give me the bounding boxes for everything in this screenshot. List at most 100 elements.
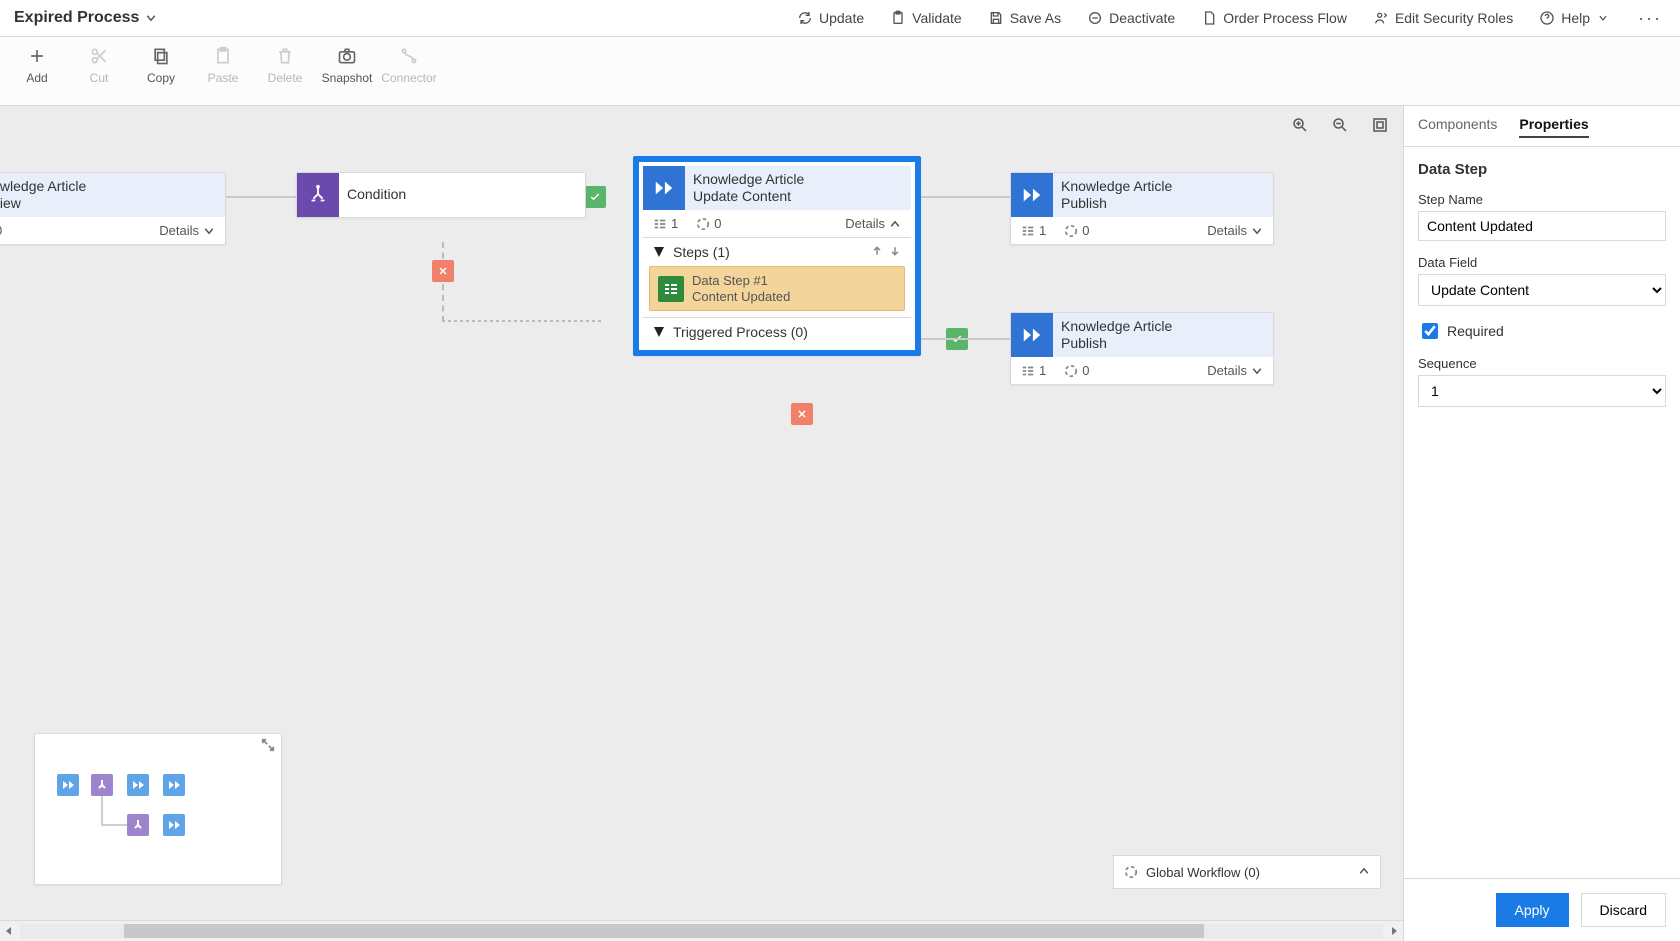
count: 0 [0,223,2,238]
input-step-name[interactable] [1418,211,1666,241]
minimap-node [163,774,185,796]
steps-icon [1021,364,1035,378]
count: 0 [1082,223,1089,238]
minimap-expand-button[interactable] [261,738,275,757]
branch-icon [96,779,108,791]
fit-button[interactable] [1369,114,1391,136]
stage-title: Knowledge Article [1061,178,1265,196]
saveas-button[interactable]: Save As [988,10,1061,26]
section-triggered[interactable]: Triggered Process (0) [643,317,911,346]
field-data-field: Data Field Update Content [1418,255,1666,306]
tab-components[interactable]: Components [1418,116,1497,138]
plus-icon [27,46,47,66]
scroll-right-button[interactable] [1385,922,1403,940]
minimap-node [127,774,149,796]
stage-condition[interactable]: Condition [296,172,586,218]
details-label: Details [1207,363,1247,378]
count: 1 [1039,223,1046,238]
arrow-up-icon[interactable] [871,245,883,257]
triangle-collapse-icon [653,326,665,338]
stage-publish-2[interactable]: Knowledge Article Publish 1 0 Details [1010,312,1274,385]
copy-icon [151,46,171,66]
scroll-thumb[interactable] [124,924,1204,938]
deactivate-button[interactable]: Deactivate [1087,10,1175,26]
cut-button[interactable]: Cut [68,43,130,85]
ribbon-label: Cut [68,71,130,85]
order-flow-button[interactable]: Order Process Flow [1201,10,1347,26]
branch-icon [132,819,144,831]
deactivate-icon [1087,10,1103,26]
x-icon [796,408,808,420]
stage-publish-1[interactable]: Knowledge Article Publish 1 0 Details [1010,172,1274,245]
paste-button[interactable]: Paste [192,43,254,85]
select-data-field[interactable]: Update Content [1418,274,1666,306]
save-icon [988,10,1004,26]
scroll-left-button[interactable] [0,922,18,940]
process-title[interactable]: Expired Process [14,9,157,27]
label-data-field: Data Field [1418,255,1666,270]
minimap-node [91,774,113,796]
details-button[interactable]: Details [1207,363,1263,378]
ribbon-label: Copy [130,71,192,85]
tab-properties[interactable]: Properties [1519,116,1588,138]
copy-button[interactable]: Copy [130,43,192,85]
details-label: Details [159,223,199,238]
minimap-node [57,774,79,796]
stage-update-content[interactable]: Knowledge Article Update Content 1 0 Det… [633,156,921,356]
arrow-down-icon[interactable] [889,245,901,257]
connector-button[interactable]: Connector [378,43,440,85]
zoom-controls [1289,114,1391,136]
scroll-track[interactable] [20,924,1383,938]
toolbar-label: Order Process Flow [1223,10,1347,26]
discard-button[interactable]: Discard [1581,893,1666,927]
branch-icon [307,184,329,206]
help-icon [1539,10,1555,26]
help-button[interactable]: Help [1539,10,1608,26]
zoom-in-button[interactable] [1289,114,1311,136]
section-steps[interactable]: Steps (1) [643,237,911,266]
main: Knowledge Article Review 0 Details [0,106,1680,941]
delete-button[interactable]: Delete [254,43,316,85]
count: 1 [671,216,678,231]
stage-title: Knowledge Article [0,178,217,196]
count: 0 [714,216,721,231]
canvas[interactable]: Knowledge Article Review 0 Details [0,106,1404,941]
minimap-line [101,824,127,826]
zoom-out-button[interactable] [1329,114,1351,136]
validate-button[interactable]: Validate [890,10,962,26]
stage-title: Knowledge Article [1061,318,1265,336]
details-button[interactable]: Details [1207,223,1263,238]
edit-roles-button[interactable]: Edit Security Roles [1373,10,1513,26]
label-sequence: Sequence [1418,356,1666,371]
branch-yes-badge [584,186,606,208]
global-workflow-toggle[interactable]: Global Workflow (0) [1113,855,1381,889]
stage-review[interactable]: Knowledge Article Review 0 Details [0,172,226,245]
count: 1 [1039,363,1046,378]
details-button[interactable]: Details [159,223,215,238]
add-button[interactable]: Add [6,43,68,85]
minimap[interactable] [34,733,282,885]
checkbox-required[interactable] [1422,323,1438,339]
more-button[interactable]: ··· [1634,8,1666,29]
ribbon-label: Add [6,71,68,85]
horizontal-scrollbar[interactable] [0,920,1403,941]
stage-icon [132,779,144,791]
data-step-row[interactable]: Data Step #1 Content Updated [649,266,905,311]
details-button[interactable]: Details [845,216,901,231]
step-value: Content Updated [692,289,790,305]
chevron-down-icon [1598,13,1608,23]
section-label: Steps (1) [673,244,730,260]
minimap-line [101,796,103,824]
branch-no-badge [791,403,813,425]
clipboard-icon [890,10,906,26]
snapshot-button[interactable]: Snapshot [316,43,378,85]
required-checkbox-row: Required [1418,320,1666,342]
apply-button[interactable]: Apply [1496,893,1569,927]
update-button[interactable]: Update [797,10,864,26]
toolbar-label: Help [1561,10,1590,26]
scissors-icon [89,46,109,66]
global-workflow-label: Global Workflow (0) [1146,865,1260,880]
select-sequence[interactable]: 1 [1418,375,1666,407]
minimap-node [163,814,185,836]
chevron-up-icon [1358,865,1370,877]
